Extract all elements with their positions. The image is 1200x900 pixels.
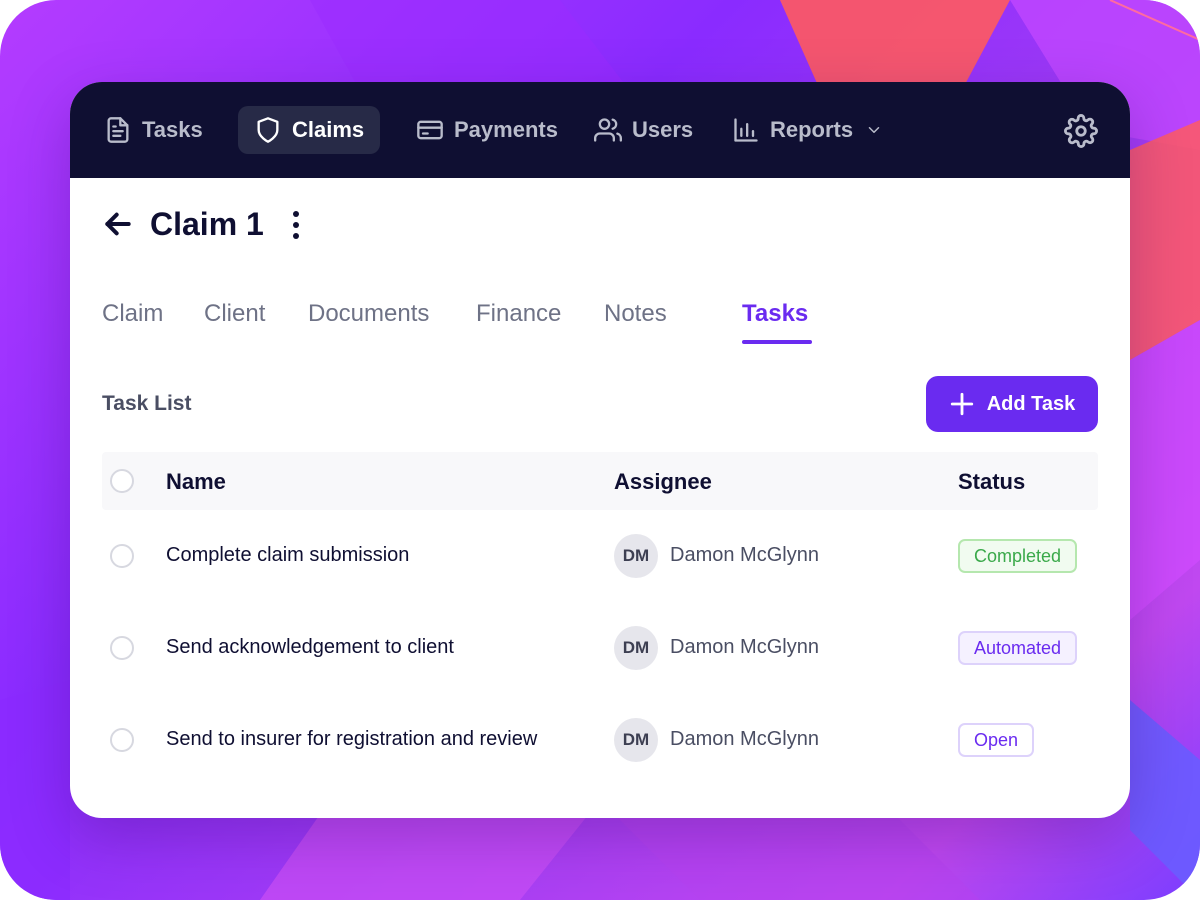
users-icon bbox=[594, 118, 622, 142]
claim-card: Tasks Claims Payments Users Reports Clai… bbox=[70, 82, 1130, 818]
active-tab-indicator bbox=[742, 340, 812, 344]
task-name: Send to insurer for registration and rev… bbox=[166, 728, 538, 750]
nav-item-payments[interactable]: Payments bbox=[400, 106, 574, 154]
file-text-icon bbox=[107, 117, 129, 143]
table-row[interactable]: Complete claim submission DM Damon McGly… bbox=[102, 516, 1098, 596]
dot bbox=[293, 222, 299, 228]
nav-item-reports[interactable]: Reports bbox=[716, 106, 899, 154]
page-title: Claim 1 bbox=[150, 206, 264, 242]
add-task-button[interactable]: Add Task bbox=[926, 376, 1098, 432]
avatar: DM bbox=[614, 534, 658, 578]
table-row[interactable]: Send acknowledgement to client DM Damon … bbox=[102, 608, 1098, 688]
nav-item-label: Reports bbox=[770, 117, 854, 142]
back-button[interactable] bbox=[102, 208, 134, 240]
chevron-down-icon bbox=[868, 127, 880, 133]
column-header-name[interactable]: Name bbox=[166, 469, 226, 495]
nav-item-label: Claims bbox=[292, 117, 365, 142]
top-navbar: Tasks Claims Payments Users Reports bbox=[70, 82, 1130, 178]
task-list-title: Task List bbox=[102, 392, 192, 415]
shield-icon bbox=[257, 117, 279, 143]
row-checkbox[interactable] bbox=[110, 636, 134, 660]
credit-card-icon bbox=[417, 120, 443, 140]
avatar: DM bbox=[614, 718, 658, 762]
nav-item-label: Users bbox=[632, 117, 694, 142]
nav-item-claims[interactable]: Claims bbox=[238, 106, 381, 154]
tab-notes[interactable]: Notes bbox=[604, 296, 667, 332]
status-badge: Completed bbox=[958, 539, 1078, 573]
tab-claim[interactable]: Claim bbox=[102, 296, 163, 332]
gear-icon bbox=[1064, 114, 1098, 148]
task-name: Send acknowledgement to client bbox=[166, 636, 454, 658]
column-header-assignee[interactable]: Assignee bbox=[614, 469, 712, 495]
select-all-checkbox[interactable] bbox=[110, 469, 134, 493]
arrow-left-icon bbox=[105, 212, 131, 236]
nav-item-tasks[interactable]: Tasks bbox=[88, 106, 219, 154]
tab-tasks[interactable]: Tasks bbox=[742, 296, 808, 332]
tab-finance[interactable]: Finance bbox=[476, 296, 561, 332]
nav-item-label: Tasks bbox=[142, 117, 203, 142]
assignee-name: Damon McGlynn bbox=[670, 544, 819, 566]
bar-chart-icon bbox=[734, 118, 758, 142]
more-options-button[interactable] bbox=[284, 208, 308, 242]
nav-item-users[interactable]: Users bbox=[578, 106, 709, 154]
table-header: Name Assignee Status bbox=[102, 452, 1098, 510]
row-checkbox[interactable] bbox=[110, 728, 134, 752]
tab-documents[interactable]: Documents bbox=[308, 296, 429, 332]
column-header-status[interactable]: Status bbox=[958, 469, 1025, 495]
dot bbox=[293, 233, 299, 239]
table-row[interactable]: Send to insurer for registration and rev… bbox=[102, 700, 1098, 780]
status-badge: Open bbox=[958, 723, 1035, 757]
add-task-label: Add Task bbox=[986, 392, 1076, 415]
assignee-name: Damon McGlynn bbox=[670, 728, 819, 750]
tab-client[interactable]: Client bbox=[204, 296, 265, 332]
row-checkbox[interactable] bbox=[110, 544, 134, 568]
settings-button[interactable] bbox=[1064, 114, 1098, 148]
plus-icon bbox=[950, 392, 973, 416]
avatar: DM bbox=[614, 626, 658, 670]
task-name: Complete claim submission bbox=[166, 544, 410, 566]
assignee-name: Damon McGlynn bbox=[670, 636, 819, 658]
dot bbox=[293, 211, 299, 217]
nav-item-label: Payments bbox=[454, 117, 558, 142]
status-badge: Automated bbox=[958, 631, 1078, 665]
